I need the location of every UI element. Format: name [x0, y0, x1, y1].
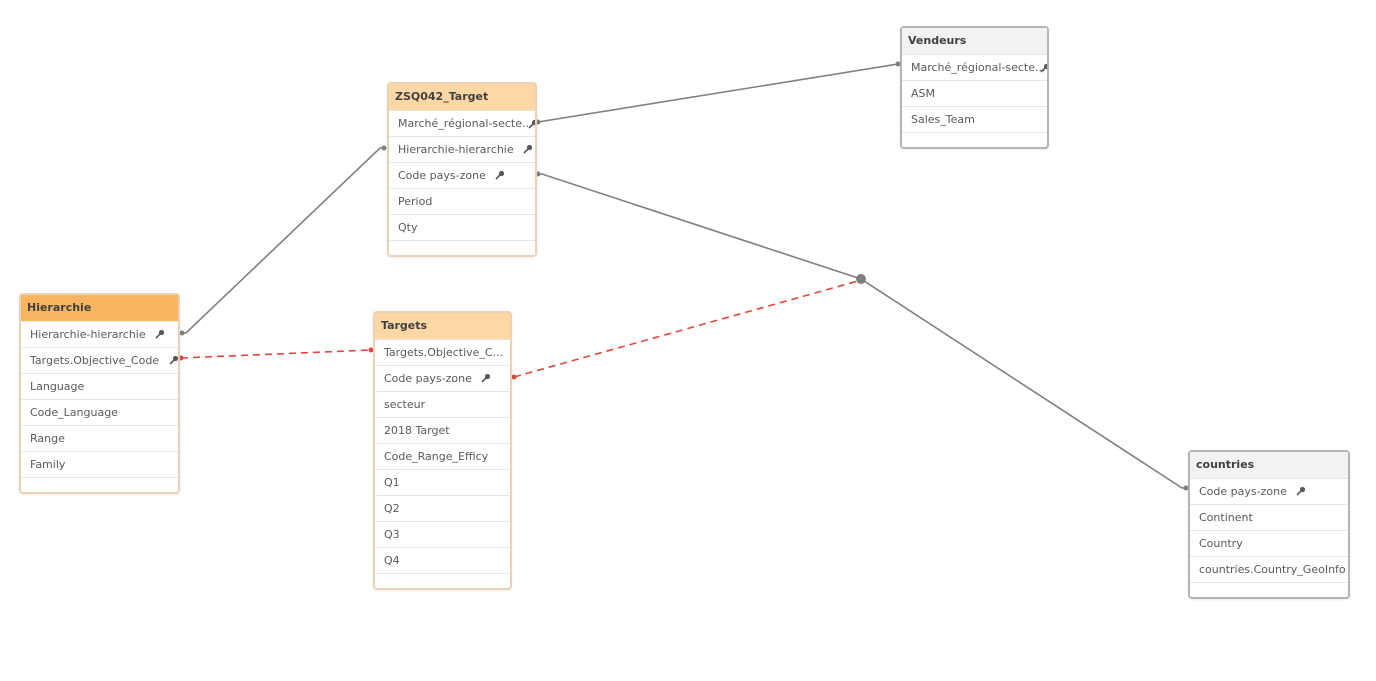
table-title[interactable]: Targets [375, 313, 510, 340]
field-label: Q1 [384, 476, 400, 489]
field-label: Hierarchie-hierarchie [398, 143, 514, 156]
key-icon [169, 355, 178, 365]
field-label: Code pays-zone [398, 169, 486, 182]
field-row[interactable]: Range [21, 426, 178, 452]
field-row[interactable]: Code pays-zone [375, 366, 510, 392]
field-row[interactable]: 2018 Target [375, 418, 510, 444]
field-label: Q2 [384, 502, 400, 515]
field-row[interactable]: Continent [1190, 505, 1348, 531]
table-footer [389, 241, 535, 255]
key-icon [528, 119, 535, 129]
table-vendeurs[interactable]: Vendeurs Marché_régional-secte... ASM Sa… [900, 26, 1049, 149]
field-label: Q3 [384, 528, 400, 541]
field-label: Country [1199, 537, 1243, 550]
field-row[interactable]: Country [1190, 531, 1348, 557]
field-row[interactable]: Code_Language [21, 400, 178, 426]
field-row[interactable]: Qty [389, 215, 535, 241]
key-icon [523, 144, 533, 154]
link-endpoint [511, 374, 517, 380]
field-row[interactable]: Targets.Objective_C... [375, 340, 510, 366]
field-label: Language [30, 380, 85, 393]
key-icon [481, 373, 491, 383]
field-label: Period [398, 195, 433, 208]
field-label: Marché_régional-secte... [911, 61, 1046, 74]
key-icon [1040, 63, 1047, 73]
field-label: countries.Country_GeoInfo [1199, 563, 1346, 576]
field-label: Family [30, 458, 66, 471]
field-label: Marché_régional-secte... [398, 117, 533, 130]
field-label: Range [30, 432, 65, 445]
field-row[interactable]: countries.Country_GeoInfo [1190, 557, 1348, 583]
field-row[interactable]: Marché_régional-secte... [389, 111, 535, 137]
field-row[interactable]: Targets.Objective_Code [21, 348, 178, 374]
field-row[interactable]: Q4 [375, 548, 510, 574]
table-targets[interactable]: Targets Targets.Objective_C... Code pays… [373, 311, 512, 590]
field-label: Code_Language [30, 406, 118, 419]
key-icon [1296, 486, 1306, 496]
field-label: Code_Range_Efficy [384, 450, 489, 463]
field-label: 2018 Target [384, 424, 450, 437]
field-label: Qty [398, 221, 418, 234]
table-footer [902, 133, 1047, 147]
table-countries[interactable]: countries Code pays-zone Continent Count… [1188, 450, 1350, 599]
field-label: Sales_Team [911, 113, 975, 126]
link-zsq-countries[interactable] [538, 173, 1186, 489]
field-label: Code pays-zone [384, 372, 472, 385]
field-row[interactable]: Q2 [375, 496, 510, 522]
link-hierarchie-targets[interactable] [180, 349, 372, 359]
field-label: secteur [384, 398, 426, 411]
table-title[interactable]: Vendeurs [902, 28, 1047, 55]
field-row[interactable]: Q3 [375, 522, 510, 548]
junction-node[interactable] [856, 274, 866, 284]
field-label: Hierarchie-hierarchie [30, 328, 146, 341]
field-row[interactable]: Hierarchie-hierarchie [21, 322, 178, 348]
key-icon [155, 329, 165, 339]
field-row[interactable]: secteur [375, 392, 510, 418]
field-label: Code pays-zone [1199, 485, 1287, 498]
field-row[interactable]: ASM [902, 81, 1047, 107]
table-title[interactable]: Hierarchie [21, 295, 178, 322]
link-hierarchie-zsq[interactable] [181, 147, 384, 334]
field-row[interactable]: Q1 [375, 470, 510, 496]
association-links [178, 61, 1189, 491]
link-endpoint [179, 330, 185, 336]
field-row[interactable]: Code_Range_Efficy [375, 444, 510, 470]
field-label: ASM [911, 87, 935, 100]
field-label: Targets.Objective_C... [384, 346, 504, 359]
field-row[interactable]: Marché_régional-secte... [902, 55, 1047, 81]
link-endpoint [381, 145, 387, 151]
table-zsq042-target[interactable]: ZSQ042_Target Marché_régional-secte... H… [387, 82, 537, 257]
field-row[interactable]: Family [21, 452, 178, 478]
table-footer [1190, 583, 1348, 597]
table-title[interactable]: ZSQ042_Target [389, 84, 535, 111]
link-targets-junction[interactable] [513, 280, 859, 378]
data-model-canvas[interactable]: ZSQ042_Target Marché_régional-secte... H… [0, 0, 1376, 681]
field-label: Targets.Objective_Code [30, 354, 160, 367]
field-row[interactable]: Sales_Team [902, 107, 1047, 133]
link-zsq-vendeurs[interactable] [537, 63, 899, 123]
key-icon [495, 170, 505, 180]
field-row[interactable]: Code pays-zone [1190, 479, 1348, 505]
field-label: Continent [1199, 511, 1253, 524]
table-footer [21, 478, 178, 492]
field-label: Q4 [384, 554, 400, 567]
table-title[interactable]: countries [1190, 452, 1348, 479]
field-row[interactable]: Language [21, 374, 178, 400]
table-hierarchie[interactable]: Hierarchie Hierarchie-hierarchie Targets… [19, 293, 180, 494]
field-row[interactable]: Hierarchie-hierarchie [389, 137, 535, 163]
field-row[interactable]: Code pays-zone [389, 163, 535, 189]
field-row[interactable]: Period [389, 189, 535, 215]
table-footer [375, 574, 510, 588]
